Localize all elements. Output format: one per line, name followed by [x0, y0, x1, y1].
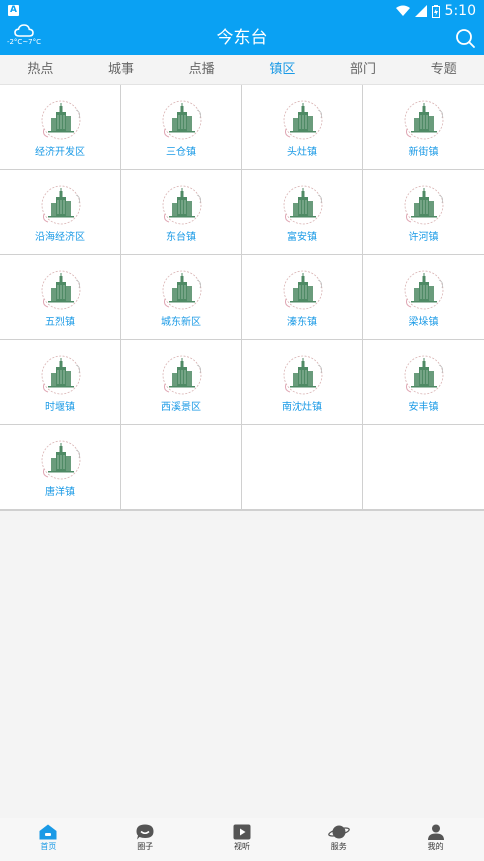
town-grid-item[interactable]: 城东新区: [121, 255, 242, 340]
town-grid-item[interactable]: 时堰镇: [0, 340, 121, 425]
town-grid-item[interactable]: 西溪景区: [121, 340, 242, 425]
tab-departments[interactable]: 部门: [323, 55, 404, 84]
chat-bubble-icon: [136, 824, 154, 840]
town-name: 头灶镇: [287, 147, 317, 158]
town-building-icon: [40, 99, 82, 141]
town-grid-item[interactable]: 东台镇: [121, 170, 242, 255]
play-icon: [233, 824, 251, 840]
town-building-icon: [403, 354, 445, 396]
nav-video-label: 视听: [233, 842, 250, 851]
town-name: 五烈镇: [45, 317, 75, 328]
town-name: 南沈灶镇: [282, 402, 322, 413]
town-name: 溱东镇: [287, 317, 317, 328]
town-name: 三仓镇: [166, 147, 196, 158]
town-grid-item[interactable]: 梁垛镇: [363, 255, 484, 340]
town-grid-item[interactable]: 沿海经济区: [0, 170, 121, 255]
user-icon: [427, 824, 444, 840]
nav-profile-label: 我的: [427, 842, 444, 851]
town-building-icon: [40, 354, 82, 396]
empty-grid-cell: [242, 425, 363, 510]
tab-city[interactable]: 城事: [81, 55, 162, 84]
town-grid-item[interactable]: 富安镇: [242, 170, 363, 255]
nav-services[interactable]: 服务: [290, 818, 387, 861]
category-tabs: 热点 城事 点播 镇区 部门 专题: [0, 55, 484, 85]
town-building-icon: [161, 269, 203, 311]
town-building-icon: [403, 184, 445, 226]
app-title: 今东台: [216, 28, 268, 48]
town-name: 许河镇: [408, 232, 439, 243]
town-name: 安丰镇: [408, 402, 439, 413]
town-building-icon: [40, 439, 82, 481]
town-name: 经济开发区: [35, 147, 85, 158]
bottom-navigation: 首页 圈子 视听 服务 我的: [0, 818, 484, 861]
nav-circle-label: 圈子: [137, 842, 154, 851]
nav-services-label: 服务: [330, 842, 347, 851]
town-name: 东台镇: [166, 232, 196, 243]
nav-video[interactable]: 视听: [194, 818, 291, 861]
town-name: 梁垛镇: [408, 317, 439, 328]
town-building-icon: [282, 269, 324, 311]
town-building-icon: [403, 99, 445, 141]
town-grid-item[interactable]: 新街镇: [363, 85, 484, 170]
town-name: 时堰镇: [45, 402, 75, 413]
town-grid-item[interactable]: 头灶镇: [242, 85, 363, 170]
town-grid-item[interactable]: 许河镇: [363, 170, 484, 255]
signal-icon: [414, 5, 427, 17]
tab-towns[interactable]: 镇区: [242, 55, 323, 84]
town-grid-item[interactable]: 三仓镇: [121, 85, 242, 170]
town-building-icon: [161, 99, 203, 141]
town-building-icon: [40, 184, 82, 226]
status-bar: A 5:10: [0, 0, 484, 22]
town-building-icon: [282, 184, 324, 226]
notification-badge: A: [8, 5, 19, 16]
town-building-icon: [282, 354, 324, 396]
town-building-icon: [161, 184, 203, 226]
town-building-icon: [403, 269, 445, 311]
tab-hot[interactable]: 热点: [0, 55, 81, 84]
nav-circle[interactable]: 圈子: [97, 818, 194, 861]
town-building-icon: [282, 99, 324, 141]
app-screen: A 5:10 -2°C~7°C 今东台 热点 城事 点播 镇区 部门 专题 经济…: [0, 0, 484, 861]
empty-grid-cell: [121, 425, 242, 510]
planet-icon: [327, 825, 350, 839]
nav-home-label: 首页: [40, 842, 57, 851]
town-name: 富安镇: [287, 232, 317, 243]
town-name: 沿海经济区: [35, 232, 85, 243]
tab-vod[interactable]: 点播: [161, 55, 242, 84]
town-grid-item[interactable]: 五烈镇: [0, 255, 121, 340]
wifi-icon: [395, 5, 410, 16]
search-icon[interactable]: [454, 27, 476, 49]
nav-home[interactable]: 首页: [0, 818, 97, 861]
town-grid: 经济开发区 三仓镇 头灶镇 新街镇沿海经济区 东台镇 富安镇 许河镇五烈镇 城东新区 溱东镇 梁垛…: [0, 85, 484, 511]
town-name: 城东新区: [161, 317, 201, 328]
town-grid-item[interactable]: 唐洋镇: [0, 425, 121, 510]
town-grid-item[interactable]: 经济开发区: [0, 85, 121, 170]
status-indicators: 5:10: [395, 2, 476, 20]
town-grid-item[interactable]: 南沈灶镇: [242, 340, 363, 425]
empty-grid-cell: [363, 425, 484, 510]
tab-topics[interactable]: 专题: [403, 55, 484, 84]
town-grid-item[interactable]: 安丰镇: [363, 340, 484, 425]
app-bar: -2°C~7°C 今东台: [0, 22, 484, 55]
town-grid-item[interactable]: 溱东镇: [242, 255, 363, 340]
home-icon: [39, 824, 57, 840]
clock: 5:10: [444, 3, 476, 19]
town-building-icon: [161, 354, 203, 396]
battery-icon: [431, 4, 440, 18]
town-name: 西溪景区: [161, 402, 201, 413]
town-building-icon: [40, 269, 82, 311]
town-name: 唐洋镇: [45, 487, 75, 498]
nav-profile[interactable]: 我的: [387, 818, 484, 861]
town-name: 新街镇: [408, 147, 439, 158]
